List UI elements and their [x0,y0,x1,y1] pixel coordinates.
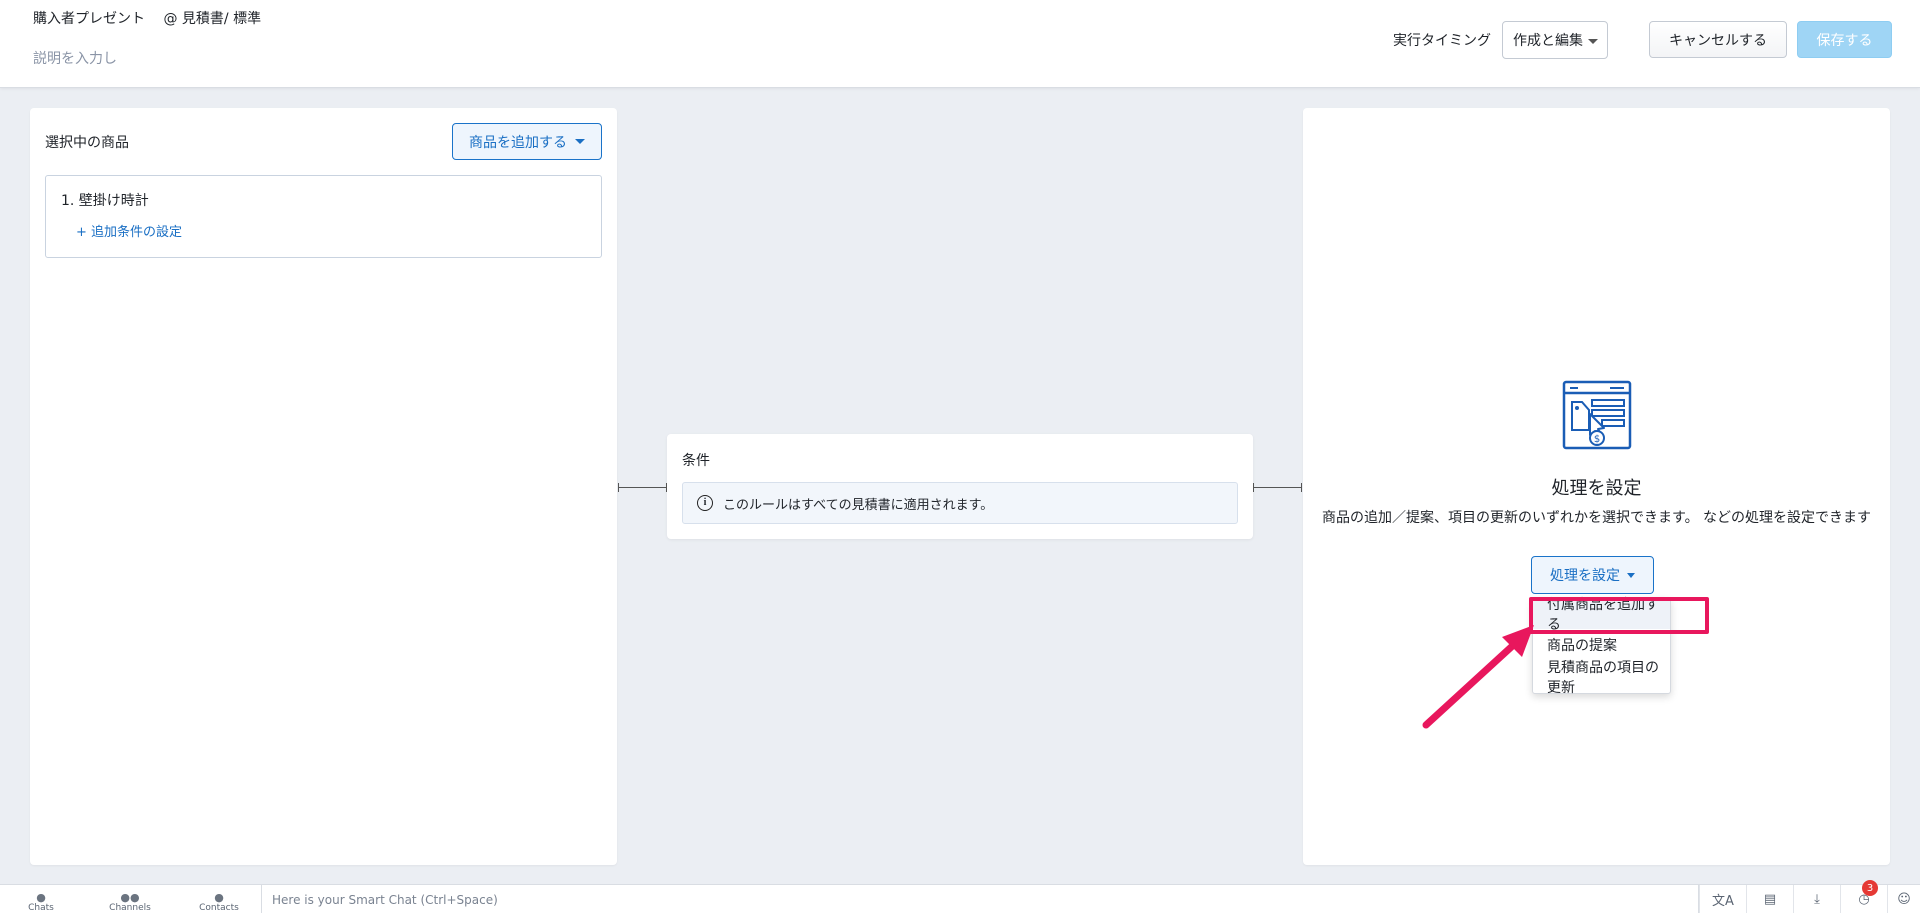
process-panel: $ 処理を設定 商品の追加／提案、項目の更新のいずれかを選択できます。 などの処… [1303,108,1890,865]
tab-contacts[interactable]: ● Contacts [189,885,249,913]
menu-item-suggest-product[interactable]: 商品の提案 [1533,630,1670,660]
chevron-down-icon [575,139,585,144]
set-process-label: 処理を設定 [1550,568,1620,584]
bottom-bar: ● Chats ●● Channels ● Contacts Here is y… [0,884,1920,913]
person-icon: ● [214,891,224,904]
tab-channels-label: Channels [109,903,151,913]
product-name: 1. 壁掛け時計 [61,193,149,209]
timing-label: 実行タイミング [1393,33,1491,49]
tab-chats[interactable]: ● Chats [11,885,71,913]
smart-chat-input[interactable]: Here is your Smart Chat (Ctrl+Space) [261,885,1699,913]
set-process-button[interactable]: 処理を設定 [1531,556,1654,594]
selected-products-panel: 選択中の商品 商品を追加する 1. 壁掛け時計 + 追加条件の設定 [30,108,617,865]
selected-products-title: 選択中の商品 [45,135,129,151]
rule-name: 購入者プレゼント [33,11,145,27]
add-product-button[interactable]: 商品を追加する [452,123,602,160]
chevron-down-icon [1588,39,1598,44]
add-product-label: 商品を追加する [469,134,567,151]
product-item: 1. 壁掛け時計 + 追加条件の設定 [45,175,602,258]
flow-connector-right [1253,483,1302,492]
condition-info-box: i このルールはすべての見積書に適用されます。 [682,482,1238,524]
timing-select[interactable]: 作成と編集 [1502,21,1608,59]
cancel-button[interactable]: キャンセルする [1649,21,1787,58]
tab-chats-label: Chats [28,903,54,913]
process-description: 商品の追加／提案、項目の更新のいずれかを選択できます。 などの処理を設定できます [1321,510,1872,526]
rule-title: 購入者プレゼント @ 見積書/ 標準 [33,8,261,28]
notification-badge: 3 [1862,880,1878,896]
group-icon: ●● [120,891,140,904]
process-dropdown-menu: 付属商品を追加する 商品の提案 見積商品の項目の更新 [1532,597,1671,696]
rule-scope: @ 見積書/ 標準 [163,11,262,27]
process-illustration-icon: $ [1562,380,1632,450]
header-bar: 購入者プレゼント @ 見積書/ 標準 説明を入力し 実行タイミング 作成と編集 … [0,0,1920,88]
translate-icon[interactable]: 文A [1699,885,1746,913]
timing-value: 作成と編集 [1513,33,1583,49]
process-title: 処理を設定 [1551,478,1642,499]
condition-info-text: このルールはすべての見積書に適用されます。 [723,497,994,513]
flow-connector-left [618,483,667,492]
info-icon: i [697,495,713,511]
download-icon[interactable]: ⤓ [1793,885,1840,913]
menu-item-update-fields[interactable]: 見積商品の項目の更新 [1533,660,1670,696]
condition-title: 条件 [682,453,710,469]
save-button[interactable]: 保存する [1797,21,1892,58]
menu-item-add-accessory[interactable]: 付属商品を追加する [1533,597,1670,633]
svg-text:$: $ [1594,434,1600,445]
add-condition-link[interactable]: + 追加条件の設定 [76,221,182,240]
tab-channels[interactable]: ●● Channels [100,885,160,913]
chevron-down-icon [1627,572,1635,578]
description-input[interactable]: 説明を入力し [33,48,117,68]
tab-contacts-label: Contacts [199,903,239,913]
chat-bubble-icon: ● [36,891,46,904]
condition-card: 条件 i このルールはすべての見積書に適用されます。 [667,434,1253,539]
document-icon[interactable]: ▤ [1746,885,1793,913]
chat-bot-icon[interactable]: ☺ [1887,885,1920,913]
